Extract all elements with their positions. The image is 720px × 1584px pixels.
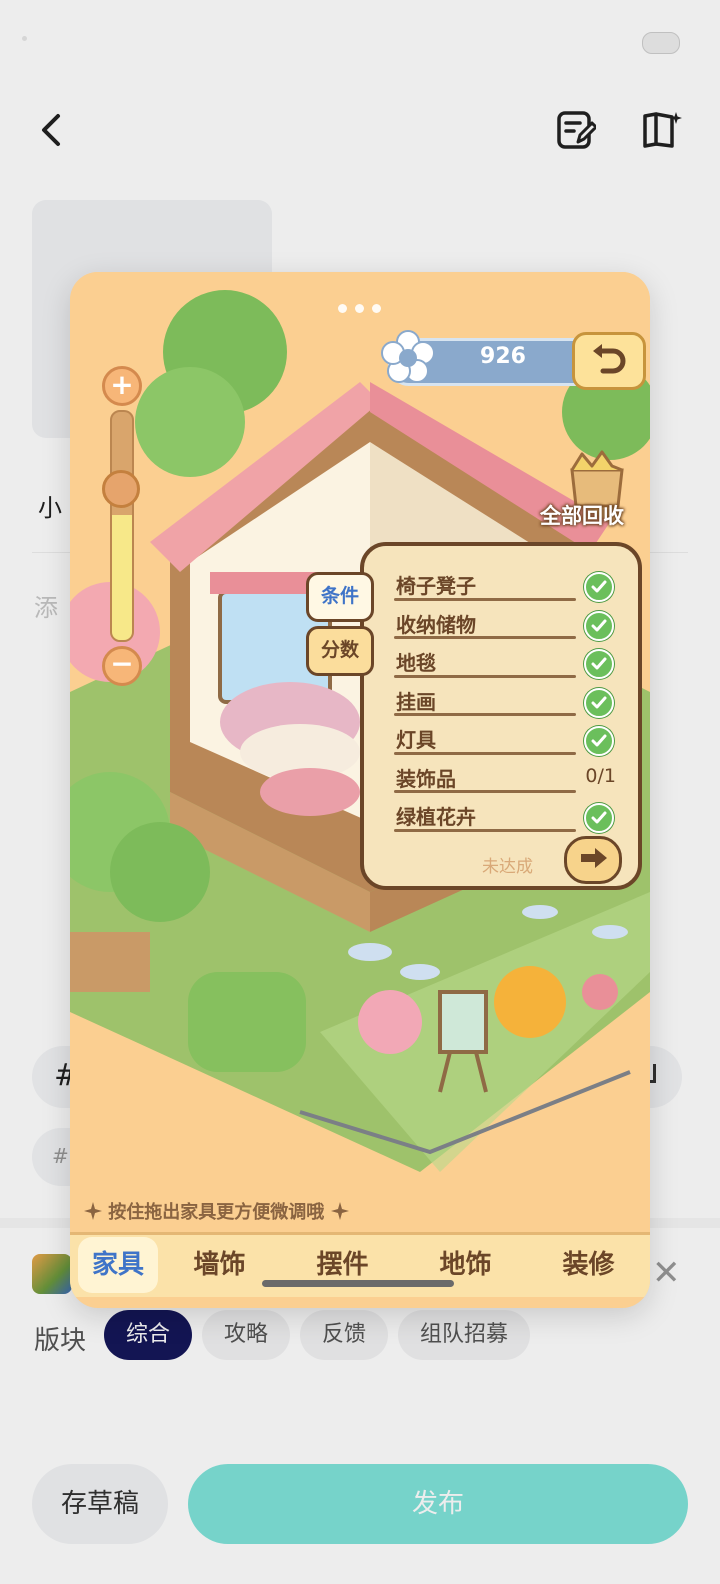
- check-icon: [584, 649, 614, 679]
- hint-text-row: 按住拖出家具更方便微调哦: [84, 1198, 424, 1224]
- requirement-row: 装饰品 0/1: [390, 761, 616, 800]
- requirements-list: 椅子凳子收纳储物地毯挂画灯具装饰品 0/1 绿植花卉: [390, 568, 616, 838]
- requirement-row: 绿植花卉: [390, 799, 616, 838]
- requirement-name: 绿植花卉: [396, 805, 476, 829]
- game-thumbnail[interactable]: [32, 1254, 72, 1294]
- score-value: 926: [480, 344, 526, 369]
- tab-floor-decor[interactable]: 地饰: [404, 1235, 527, 1297]
- category-tabs: 家具 墙饰 摆件 地饰 装修: [70, 1232, 650, 1297]
- board-chip-feedback[interactable]: 反馈: [300, 1310, 389, 1360]
- status-bar-dot: [22, 36, 27, 41]
- requirement-progress: 0/1: [585, 764, 616, 787]
- check-icon: [584, 687, 614, 718]
- tab-wall-decor[interactable]: 墙饰: [158, 1235, 281, 1297]
- book-sparkle-icon[interactable]: [642, 110, 684, 150]
- requirement-row: 收纳储物: [390, 607, 616, 646]
- next-button[interactable]: [564, 836, 622, 884]
- recycle-box-icon[interactable]: [562, 448, 632, 508]
- flower-icon: [381, 330, 435, 383]
- tab-renovation[interactable]: 装修: [527, 1235, 650, 1297]
- tab-score[interactable]: 分数: [306, 626, 374, 676]
- board-chip-team[interactable]: 组队招募: [398, 1310, 531, 1360]
- check-icon: [584, 726, 614, 756]
- requirement-underline: [394, 597, 576, 601]
- board-label: 版块: [34, 1326, 87, 1356]
- drag-handle[interactable]: [338, 304, 381, 313]
- tab-furniture[interactable]: 家具: [78, 1237, 158, 1293]
- requirement-row: 椅子凳子: [390, 568, 616, 607]
- requirement-underline: [394, 636, 576, 639]
- hint-text: 按住拖出家具更方便微调哦: [108, 1202, 325, 1223]
- sparkle-icon: [330, 1202, 349, 1220]
- check-icon: [584, 610, 614, 641]
- requirements-status: 未达成: [482, 857, 533, 877]
- requirement-name: 挂画: [396, 689, 436, 714]
- requirement-row: 挂画: [390, 684, 616, 723]
- requirement-name: 装饰品: [396, 766, 456, 791]
- requirements-panel: 椅子凳子收纳储物地毯挂画灯具装饰品 0/1 绿植花卉 未达成: [360, 542, 642, 890]
- check-icon: [584, 572, 614, 602]
- undo-icon: [593, 344, 626, 374]
- tab-ornaments[interactable]: 摆件: [281, 1235, 404, 1297]
- board-chip-general[interactable]: 综合: [104, 1310, 193, 1360]
- requirement-name: 椅子凳子: [396, 574, 476, 598]
- save-draft-button[interactable]: 存草稿: [32, 1464, 168, 1544]
- requirement-underline: [394, 751, 576, 755]
- zoom-slider[interactable]: [110, 410, 134, 642]
- game-window[interactable]: 926 全部回收 + − 椅子凳子收纳储物地毯挂画灯具装饰品 0/1 绿植花卉 未达…: [70, 272, 650, 1308]
- tab-conditions[interactable]: 条件: [306, 572, 374, 622]
- publish-button[interactable]: 发布: [188, 1464, 688, 1544]
- requirement-row: 灯具: [390, 722, 616, 761]
- requirement-name: 灯具: [396, 728, 436, 752]
- recycle-all-label[interactable]: 全部回收: [540, 500, 624, 530]
- zoom-slider-handle[interactable]: [102, 470, 140, 508]
- edit-note-icon[interactable]: [556, 110, 596, 150]
- post-body-input[interactable]: 添: [34, 588, 58, 623]
- requirement-underline: [394, 828, 576, 832]
- requirement-row: 地毯: [390, 645, 616, 684]
- chevron-left-icon[interactable]: [36, 110, 68, 150]
- post-title-input[interactable]: 小: [38, 488, 62, 523]
- close-icon[interactable]: ✕: [652, 1256, 681, 1290]
- zoom-in-button[interactable]: +: [102, 366, 142, 406]
- requirement-name: 收纳储物: [396, 612, 476, 637]
- requirement-underline: [394, 674, 576, 678]
- home-indicator[interactable]: [262, 1280, 454, 1287]
- undo-button[interactable]: [572, 332, 646, 390]
- requirement-name: 地毯: [396, 651, 436, 675]
- board-chip-guide[interactable]: 攻略: [202, 1310, 291, 1360]
- check-icon: [584, 803, 614, 833]
- board-chips: 综合 攻略 反馈 组队招募: [104, 1310, 531, 1360]
- zoom-out-button[interactable]: −: [102, 646, 142, 686]
- requirement-underline: [394, 790, 576, 793]
- sparkle-icon: [84, 1202, 102, 1220]
- requirement-underline: [394, 713, 576, 716]
- zoom-slider-fill: [112, 514, 132, 640]
- arrow-right-icon: [581, 848, 607, 868]
- status-bar-widget: [642, 32, 680, 54]
